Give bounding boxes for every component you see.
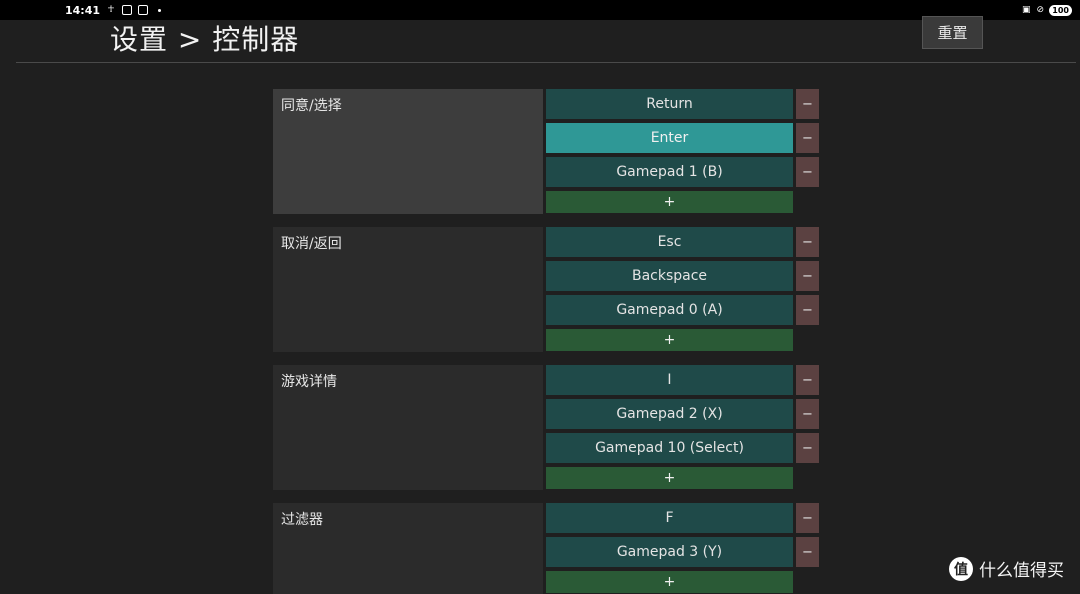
binding-key[interactable]: F — [546, 503, 793, 533]
remove-binding-button[interactable]: − — [796, 123, 819, 153]
battery-indicator: 100 — [1049, 4, 1072, 16]
cast-icon: ▣ — [1022, 5, 1031, 15]
action-label-game-details[interactable]: 游戏详情 — [273, 365, 543, 490]
binding-group-filter: 过滤器 F − Gamepad 3 (Y) − + — [273, 503, 821, 594]
status-time: 14:41 — [65, 3, 101, 17]
binding-key[interactable]: Gamepad 0 (A) — [546, 295, 793, 325]
binding-key[interactable]: Return — [546, 89, 793, 119]
action-label-filter[interactable]: 过滤器 — [273, 503, 543, 594]
do-not-disturb-icon: ⊘ — [1036, 5, 1045, 15]
reset-button[interactable]: 重置 — [922, 16, 983, 49]
remove-binding-button[interactable]: − — [796, 295, 819, 325]
binding-group-cancel: 取消/返回 Esc − Backspace − Gamepad 0 (A) − … — [273, 227, 821, 353]
binding-key[interactable]: I — [546, 365, 793, 395]
header-divider — [16, 62, 1076, 63]
remove-binding-button[interactable]: − — [796, 157, 819, 187]
binding-key[interactable]: Esc — [546, 227, 793, 257]
screen-record-icon — [122, 5, 133, 15]
accessibility-icon: ☥ — [107, 5, 115, 15]
binding-key[interactable]: Gamepad 10 (Select) — [546, 433, 793, 463]
remove-binding-button[interactable]: − — [796, 261, 819, 291]
remove-binding-button[interactable]: − — [796, 89, 819, 119]
notification-dot-icon — [154, 5, 164, 15]
watermark-logo-icon: 值 — [949, 556, 973, 581]
binding-group-game-details: 游戏详情 I − Gamepad 2 (X) − Gamepad 10 (Sel… — [273, 365, 821, 491]
remove-binding-button[interactable]: − — [796, 537, 819, 567]
screen-cast-icon — [138, 5, 149, 15]
add-binding-button[interactable]: + — [546, 467, 793, 489]
binding-group-confirm: 同意/选择 Return − Enter − Gamepad 1 (B) − + — [273, 89, 821, 215]
binding-key[interactable]: Gamepad 1 (B) — [546, 157, 793, 187]
add-binding-button[interactable]: + — [546, 191, 793, 213]
add-binding-button[interactable]: + — [546, 571, 793, 593]
status-bar: 14:41 ☥ ▣ ⊘ 100 — [0, 0, 1080, 20]
watermark: 值 什么值得买 — [949, 556, 1064, 581]
remove-binding-button[interactable]: − — [796, 503, 819, 533]
binding-key[interactable]: Gamepad 3 (Y) — [546, 537, 793, 567]
action-label-cancel[interactable]: 取消/返回 — [273, 227, 543, 352]
action-label-confirm[interactable]: 同意/选择 — [273, 89, 543, 214]
remove-binding-button[interactable]: − — [796, 433, 819, 463]
page-title: 设置 > 控制器 — [110, 23, 300, 56]
controller-settings-page: 14:41 ☥ ▣ ⊘ 100 设置 > 控制器 重置 同意/选择 Return… — [0, 0, 1080, 594]
binding-key[interactable]: Gamepad 2 (X) — [546, 399, 793, 429]
binding-key-selected[interactable]: Enter — [546, 123, 793, 153]
remove-binding-button[interactable]: − — [796, 365, 819, 395]
add-binding-button[interactable]: + — [546, 329, 793, 351]
watermark-text: 什么值得买 — [979, 561, 1064, 581]
binding-key[interactable]: Backspace — [546, 261, 793, 291]
remove-binding-button[interactable]: − — [796, 227, 819, 257]
remove-binding-button[interactable]: − — [796, 399, 819, 429]
